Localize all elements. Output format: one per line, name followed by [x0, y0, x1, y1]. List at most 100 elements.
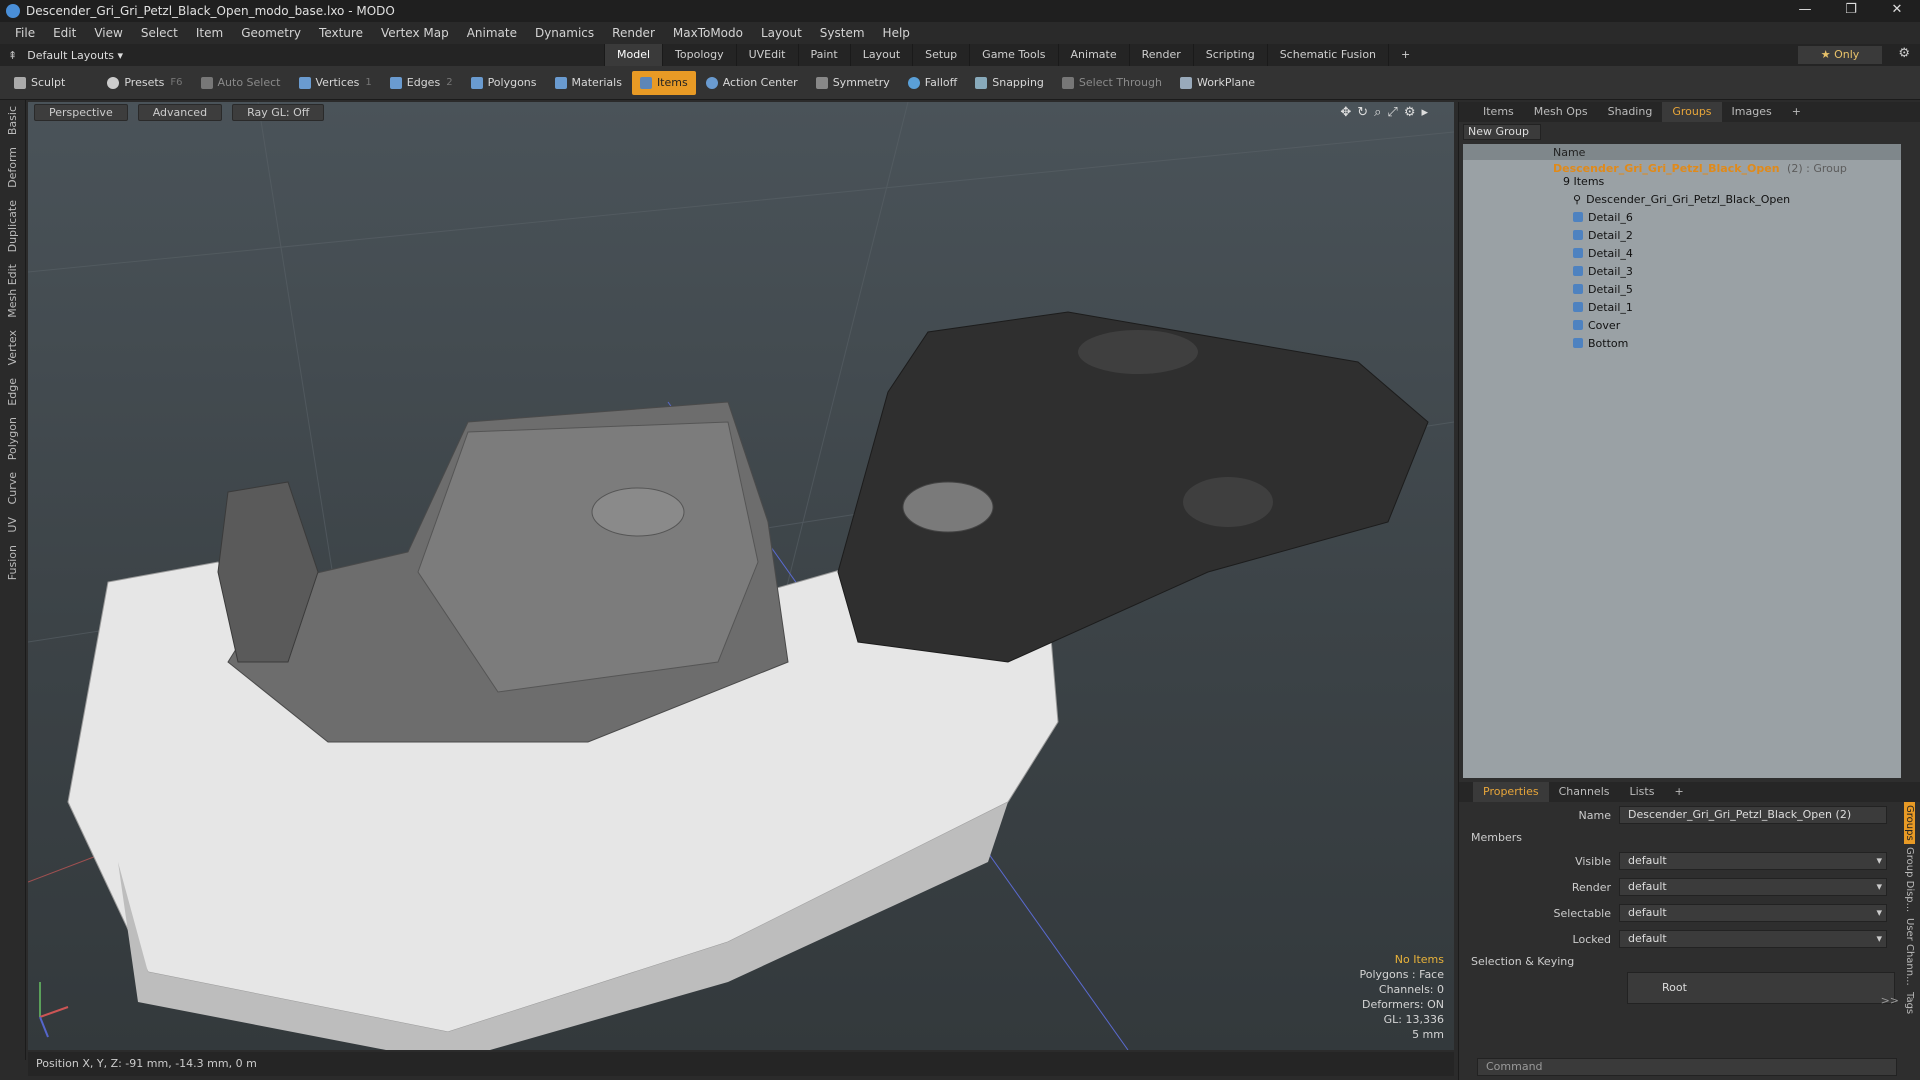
members-section[interactable]: Members — [1459, 828, 1920, 848]
workplane-button[interactable]: WorkPlane — [1172, 71, 1263, 95]
viewport-menu-arrow-icon[interactable]: ▸ — [1421, 105, 1434, 120]
tab-scripting[interactable]: Scripting — [1192, 44, 1267, 66]
tab-shading[interactable]: Shading — [1598, 102, 1663, 122]
menu-maxtomodo[interactable]: MaxToModo — [664, 26, 752, 40]
add-panel-tab-button[interactable]: + — [1782, 102, 1811, 122]
layout-toggle-icon[interactable]: ⇞ — [8, 49, 17, 62]
vertices-button[interactable]: Vertices 1 — [291, 71, 380, 95]
side-tab-tags[interactable]: Tags — [1904, 989, 1915, 1017]
tab-images[interactable]: Images — [1722, 102, 1782, 122]
rotate-icon[interactable]: ↻ — [1357, 105, 1374, 120]
side-tab-group-display[interactable]: Group Disp... — [1904, 844, 1915, 915]
tab-groups[interactable]: Groups — [1662, 102, 1722, 122]
tab-paint[interactable]: Paint — [797, 44, 850, 66]
materials-button[interactable]: Materials — [547, 71, 630, 95]
tab-model[interactable]: Model — [604, 44, 663, 66]
tab-topology[interactable]: Topology — [662, 44, 736, 66]
tab-fusion[interactable]: Fusion — [0, 539, 25, 586]
tab-vertex[interactable]: Vertex — [0, 324, 25, 371]
shading-button[interactable]: Advanced — [137, 103, 223, 121]
menu-dynamics[interactable]: Dynamics — [526, 26, 603, 40]
zoom-icon[interactable]: ⌕ — [1374, 105, 1387, 120]
select-through-button[interactable]: Select Through — [1054, 71, 1170, 95]
3d-viewport[interactable]: Perspective Advanced Ray GL: Off ✥↻⌕⤢⚙▸ … — [28, 102, 1454, 1050]
items-button[interactable]: Items — [631, 70, 696, 95]
presets-button[interactable]: Presets F6 — [99, 71, 190, 95]
list-item[interactable]: Detail_1 — [1463, 298, 1901, 316]
tab-edge[interactable]: Edge — [0, 372, 25, 412]
tab-game-tools[interactable]: Game Tools — [969, 44, 1057, 66]
tab-lists[interactable]: Lists — [1620, 782, 1665, 802]
selection-keying-section[interactable]: Selection & Keying — [1459, 952, 1920, 972]
menu-geometry[interactable]: Geometry — [232, 26, 310, 40]
visible-dropdown[interactable]: default — [1619, 852, 1887, 870]
gear-icon[interactable]: ⚙ — [1898, 46, 1910, 61]
tab-render[interactable]: Render — [1128, 44, 1193, 66]
selectable-dropdown[interactable]: default — [1619, 904, 1887, 922]
raygl-button[interactable]: Ray GL: Off — [232, 103, 325, 121]
list-item[interactable]: Cover — [1463, 316, 1901, 334]
action-center-button[interactable]: Action Center — [698, 71, 806, 95]
symmetry-button[interactable]: Symmetry — [808, 71, 898, 95]
view-mode-button[interactable]: Perspective — [34, 103, 128, 121]
tab-uv[interactable]: UV — [0, 511, 25, 539]
menu-system[interactable]: System — [811, 26, 874, 40]
command-input[interactable]: Command — [1477, 1058, 1897, 1076]
list-item[interactable]: ⚲ Descender_Gri_Gri_Petzl_Black_Open — [1463, 190, 1901, 208]
add-tab-button[interactable]: + — [1388, 44, 1422, 66]
group-visibility-toggles[interactable] — [1463, 162, 1553, 180]
close-button[interactable]: ✕ — [1874, 0, 1920, 22]
tab-basic[interactable]: Basic — [0, 100, 25, 141]
tab-items[interactable]: Items — [1473, 102, 1524, 122]
list-item[interactable]: Detail_4 — [1463, 244, 1901, 262]
list-item[interactable]: Detail_6 — [1463, 208, 1901, 226]
side-tab-user-channels[interactable]: User Chann... — [1904, 915, 1915, 989]
tab-duplicate[interactable]: Duplicate — [0, 194, 25, 258]
edges-button[interactable]: Edges 2 — [382, 71, 461, 95]
falloff-button[interactable]: Falloff — [900, 71, 965, 95]
menu-item[interactable]: Item — [187, 26, 232, 40]
sculpt-button[interactable]: Sculpt — [6, 71, 73, 95]
list-item[interactable]: Detail_2 — [1463, 226, 1901, 244]
only-button[interactable]: ★ Only — [1798, 46, 1882, 64]
menu-layout[interactable]: Layout — [752, 26, 811, 40]
tab-schematic-fusion[interactable]: Schematic Fusion — [1266, 44, 1388, 66]
layouts-dropdown[interactable]: Default Layouts ▾ — [27, 49, 177, 62]
add-properties-tab-button[interactable]: + — [1664, 782, 1693, 802]
tab-uvedit[interactable]: UVEdit — [735, 44, 798, 66]
minimize-button[interactable]: — — [1782, 0, 1828, 22]
name-column-header[interactable]: Name — [1553, 146, 1585, 159]
tab-polygon[interactable]: Polygon — [0, 411, 25, 466]
tab-properties[interactable]: Properties — [1473, 782, 1549, 802]
maximize-button[interactable]: ❐ — [1828, 0, 1874, 22]
render-dropdown[interactable]: default — [1619, 878, 1887, 896]
locked-dropdown[interactable]: default — [1619, 930, 1887, 948]
new-group-button[interactable]: New Group — [1463, 124, 1541, 140]
menu-texture[interactable]: Texture — [310, 26, 372, 40]
viewport-gear-icon[interactable]: ⚙ — [1404, 105, 1422, 120]
snapping-button[interactable]: Snapping — [967, 71, 1052, 95]
pan-icon[interactable]: ✥ — [1340, 105, 1357, 120]
menu-render[interactable]: Render — [603, 26, 664, 40]
list-item[interactable]: Bottom — [1463, 334, 1901, 352]
list-item[interactable]: Detail_5 — [1463, 280, 1901, 298]
tab-curve[interactable]: Curve — [0, 466, 25, 510]
tab-deform[interactable]: Deform — [0, 141, 25, 194]
tab-setup[interactable]: Setup — [912, 44, 969, 66]
polygons-button[interactable]: Polygons — [463, 71, 545, 95]
menu-edit[interactable]: Edit — [44, 26, 85, 40]
maximize-view-icon[interactable]: ⤢ — [1387, 105, 1403, 120]
group-row[interactable]: Descender_Gri_Gri_Petzl_Black_Open (2) :… — [1463, 160, 1901, 190]
more-button[interactable]: >> — [1881, 994, 1899, 1007]
tab-layout[interactable]: Layout — [849, 44, 912, 66]
list-item[interactable]: Detail_3 — [1463, 262, 1901, 280]
name-field[interactable]: Descender_Gri_Gri_Petzl_Black_Open (2) — [1619, 806, 1887, 824]
menu-animate[interactable]: Animate — [458, 26, 526, 40]
menu-view[interactable]: View — [85, 26, 131, 40]
side-tab-groups[interactable]: Groups — [1904, 802, 1915, 844]
menu-vertex-map[interactable]: Vertex Map — [372, 26, 458, 40]
auto-select-button[interactable]: Auto Select — [193, 71, 289, 95]
tab-channels[interactable]: Channels — [1549, 782, 1620, 802]
menu-select[interactable]: Select — [132, 26, 187, 40]
tab-mesh-ops[interactable]: Mesh Ops — [1524, 102, 1598, 122]
